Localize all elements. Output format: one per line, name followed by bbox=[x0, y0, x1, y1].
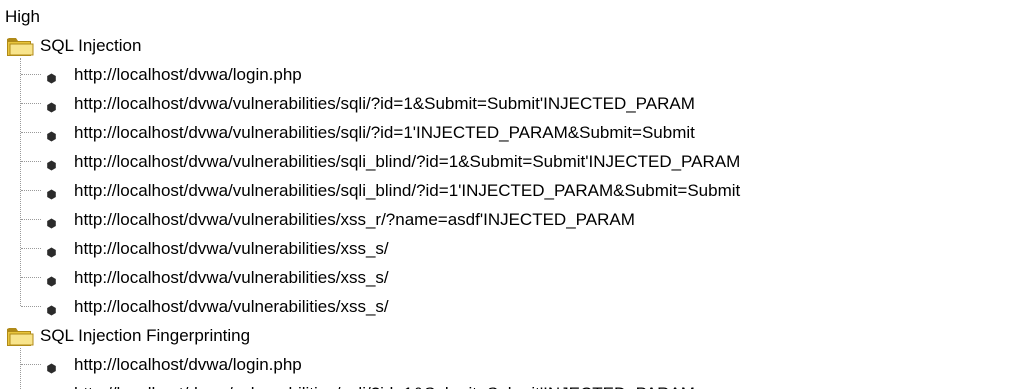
tree-connector bbox=[21, 190, 41, 191]
alert-url: http://localhost/dvwa/login.php bbox=[74, 65, 302, 84]
tree-connector bbox=[21, 364, 41, 365]
tree-folder-sql-injection-fingerprinting[interactable]: SQL Injection Fingerprinting bbox=[0, 321, 1024, 350]
tree-connector bbox=[21, 306, 41, 307]
tree-item[interactable]: http://localhost/dvwa/vulnerabilities/xs… bbox=[0, 292, 1024, 321]
alert-url: http://localhost/dvwa/vulnerabilities/sq… bbox=[74, 181, 741, 200]
folder-label: SQL Injection bbox=[40, 36, 142, 55]
tree-folder-sql-injection[interactable]: SQL Injection bbox=[0, 31, 1024, 60]
alert-url: http://localhost/dvwa/vulnerabilities/sq… bbox=[74, 123, 695, 142]
tree-guide-line bbox=[20, 58, 21, 306]
alert-bullet-icon bbox=[46, 243, 57, 258]
tree-connector bbox=[21, 103, 41, 104]
alert-bullet-icon bbox=[46, 359, 57, 374]
alert-url: http://localhost/dvwa/vulnerabilities/xs… bbox=[74, 239, 389, 258]
folder-label: SQL Injection Fingerprinting bbox=[40, 326, 251, 345]
tree-connector bbox=[21, 248, 41, 249]
alert-bullet-icon bbox=[46, 214, 57, 229]
tree-item[interactable]: http://localhost/dvwa/vulnerabilities/sq… bbox=[0, 147, 1024, 176]
severity-high-label[interactable]: High bbox=[5, 6, 40, 28]
alert-url: http://localhost/dvwa/vulnerabilities/xs… bbox=[74, 210, 635, 229]
tree-guide-line bbox=[20, 348, 21, 389]
tree-item[interactable]: http://localhost/dvwa/vulnerabilities/xs… bbox=[0, 205, 1024, 234]
alert-bullet-icon bbox=[46, 127, 57, 142]
alert-url: http://localhost/dvwa/vulnerabilities/sq… bbox=[74, 379, 695, 389]
tree-item[interactable]: http://localhost/dvwa/vulnerabilities/xs… bbox=[0, 263, 1024, 292]
tree-item[interactable]: http://localhost/dvwa/vulnerabilities/sq… bbox=[0, 89, 1024, 118]
alerts-tree: High SQL Injection http://localhost/dvwa/… bbox=[0, 0, 1024, 389]
tree-connector bbox=[21, 161, 41, 162]
tree-item[interactable]: http://localhost/dvwa/vulnerabilities/xs… bbox=[0, 234, 1024, 263]
tree-connector bbox=[21, 277, 41, 278]
alert-url: http://localhost/dvwa/vulnerabilities/xs… bbox=[74, 268, 389, 287]
alert-bullet-icon bbox=[46, 272, 57, 287]
alert-url: http://localhost/dvwa/login.php bbox=[74, 355, 302, 374]
tree-connector bbox=[21, 74, 41, 75]
alert-url: http://localhost/dvwa/vulnerabilities/sq… bbox=[74, 94, 695, 113]
tree-item[interactable]: http://localhost/dvwa/vulnerabilities/sq… bbox=[0, 118, 1024, 147]
alert-url: http://localhost/dvwa/vulnerabilities/xs… bbox=[74, 297, 389, 316]
alert-bullet-icon bbox=[46, 185, 57, 200]
alert-bullet-icon bbox=[46, 98, 57, 113]
tree-item[interactable]: http://localhost/dvwa/vulnerabilities/sq… bbox=[0, 176, 1024, 205]
tree-item[interactable]: http://localhost/dvwa/login.php bbox=[0, 60, 1024, 89]
alert-bullet-icon bbox=[46, 301, 57, 316]
folder-icon bbox=[6, 324, 34, 348]
tree-item[interactable]: http://localhost/dvwa/login.php bbox=[0, 350, 1024, 379]
folder-icon bbox=[6, 34, 34, 58]
tree-connector bbox=[21, 132, 41, 133]
tree-connector bbox=[21, 219, 41, 220]
tree-item[interactable]: http://localhost/dvwa/vulnerabilities/sq… bbox=[0, 379, 1024, 389]
alert-url: http://localhost/dvwa/vulnerabilities/sq… bbox=[74, 152, 741, 171]
alert-bullet-icon bbox=[46, 69, 57, 84]
alert-bullet-icon bbox=[46, 156, 57, 171]
